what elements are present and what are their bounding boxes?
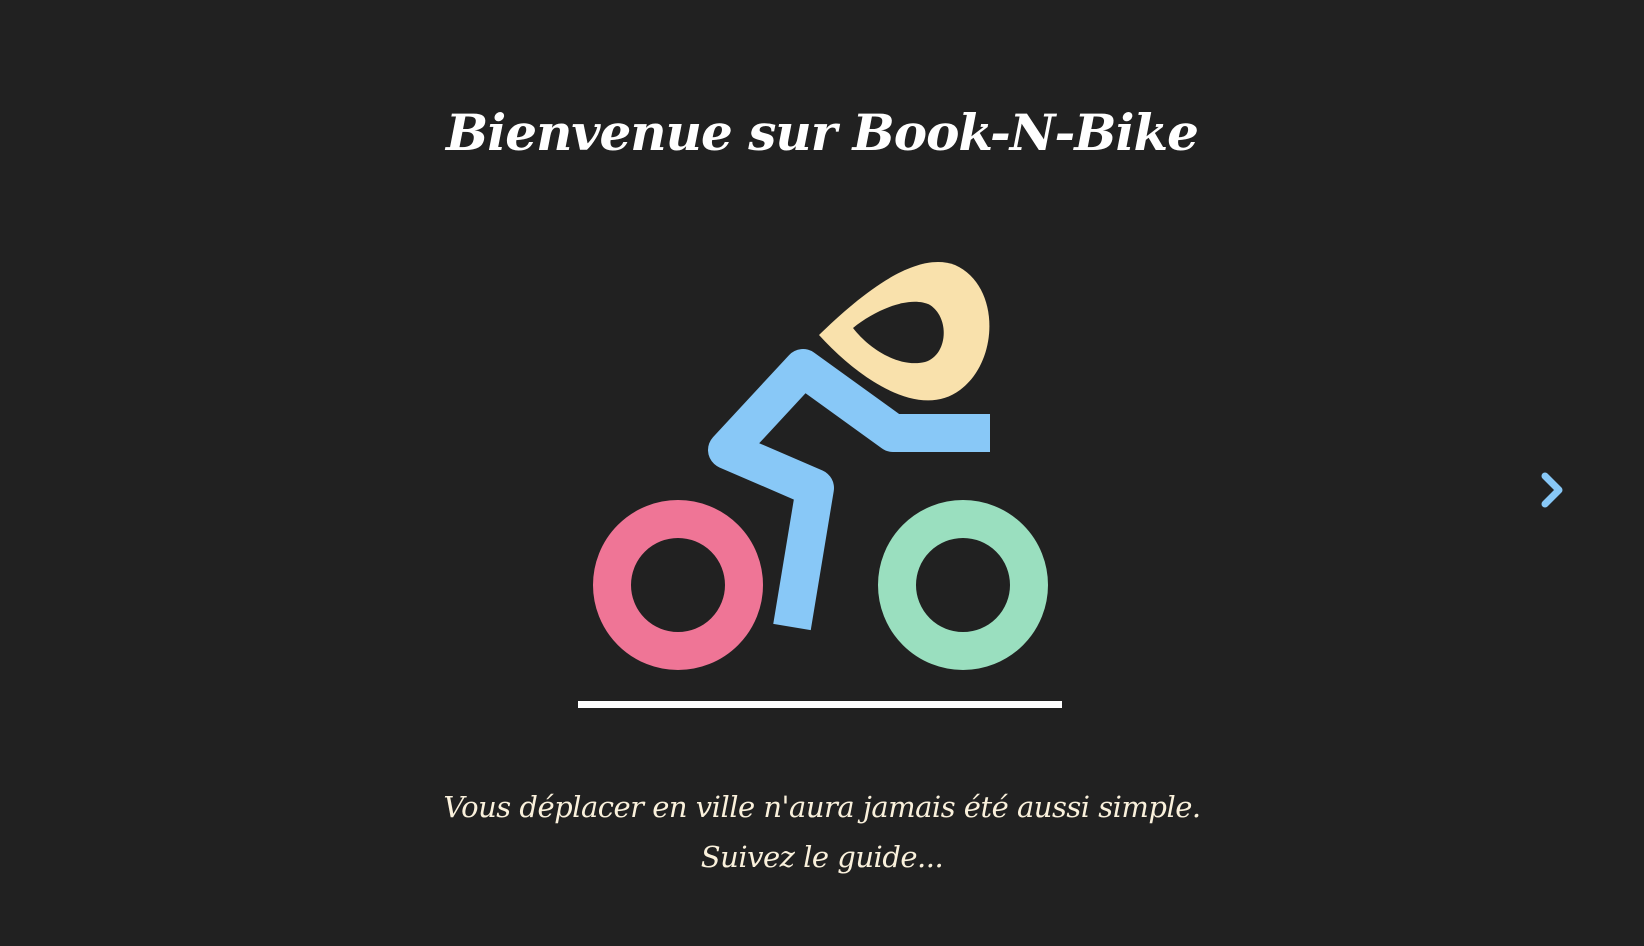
cyclist-icon	[578, 262, 1062, 708]
front-wheel	[878, 500, 1048, 670]
page-title: Bienvenue sur Book-N-Bike	[446, 103, 1199, 162]
chevron-right-icon	[1541, 472, 1563, 508]
next-button[interactable]	[1535, 470, 1571, 510]
welcome-screen: Bienvenue sur Book-N-Bike Vous déplacer …	[0, 0, 1644, 946]
rear-wheel	[593, 500, 763, 670]
tagline: Vous déplacer en ville n'aura jamais été…	[0, 782, 1644, 882]
tagline-line-1: Vous déplacer en ville n'aura jamais été…	[443, 790, 1201, 824]
ground-line	[578, 701, 1062, 708]
tagline-line-2: Suivez le guide...	[700, 840, 944, 874]
cyclist-body	[708, 349, 990, 631]
